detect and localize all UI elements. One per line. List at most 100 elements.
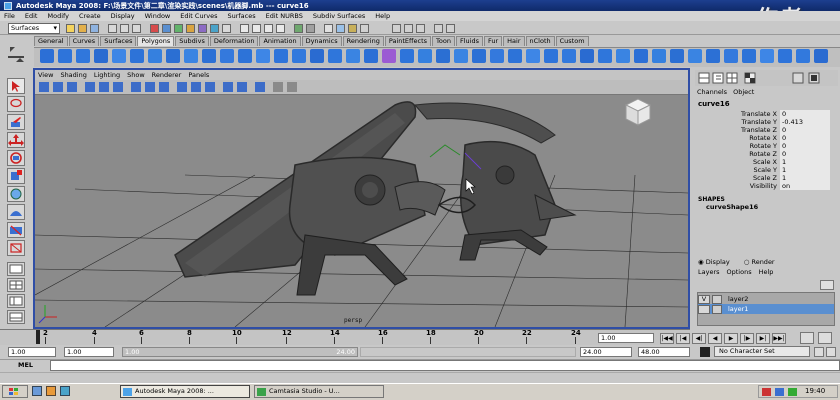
construction-history-icon[interactable] <box>306 24 315 33</box>
character-set-icon[interactable] <box>700 347 710 357</box>
animation-preferences-icon[interactable] <box>826 347 836 357</box>
attr-value-field[interactable]: 1 <box>780 174 830 182</box>
insert-edge-loop-icon[interactable] <box>544 49 558 63</box>
attr-rotate-y[interactable]: Rotate Y0 <box>698 142 836 150</box>
single-perspective-layout-icon[interactable] <box>7 262 25 276</box>
select-misc-icon[interactable] <box>222 24 231 33</box>
select-joint-icon[interactable] <box>162 24 171 33</box>
character-set-menu[interactable]: No Character Set <box>714 346 810 357</box>
quadrangulate-icon[interactable] <box>454 49 468 63</box>
selected-object-name[interactable]: curve16 <box>698 100 730 108</box>
poly-cone-icon[interactable] <box>94 49 108 63</box>
tray-icon[interactable] <box>775 388 784 396</box>
separate-icon[interactable] <box>274 49 288 63</box>
attr-translate-z[interactable]: Translate Z0 <box>698 126 836 134</box>
merge-icon[interactable] <box>598 49 612 63</box>
poly-cube-icon[interactable] <box>58 49 72 63</box>
select-tool-icon[interactable] <box>7 78 25 94</box>
tab-paint-effects[interactable]: PaintEffects <box>384 36 432 46</box>
poly-plane-icon[interactable] <box>112 49 126 63</box>
poly-soccer-ball-icon[interactable] <box>220 49 234 63</box>
step-forward-frame-button[interactable]: |▶ <box>740 333 754 344</box>
script-language-toggle[interactable]: MEL <box>18 361 33 369</box>
menu-file[interactable]: File <box>4 12 15 20</box>
soften-edge-icon[interactable] <box>796 49 810 63</box>
channel-box-toggle-icon[interactable] <box>792 72 804 84</box>
select-component-icon[interactable] <box>132 24 141 33</box>
mirror-geometry-icon[interactable] <box>364 49 378 63</box>
menu-modify[interactable]: Modify <box>47 12 69 20</box>
taskbar-camtasia-window[interactable]: Camtasia Studio - U... <box>254 385 384 398</box>
attr-value-field[interactable]: 1 <box>780 158 830 166</box>
play-backwards-button[interactable]: ◀ <box>708 333 722 344</box>
tab-fluids[interactable]: Fluids <box>455 36 483 46</box>
paint-select-tool-icon[interactable] <box>7 114 25 130</box>
tab-rendering[interactable]: Rendering <box>342 36 384 46</box>
menu-surfaces[interactable]: Surfaces <box>227 12 255 20</box>
scale-tool-icon[interactable] <box>7 168 25 184</box>
attr-value-field[interactable]: 0 <box>780 150 830 158</box>
poly-helix-icon[interactable] <box>202 49 216 63</box>
panel-menu-lighting[interactable]: Lighting <box>94 71 120 79</box>
harden-edge-icon[interactable] <box>814 49 828 63</box>
attribute-editor-toggle-icon[interactable] <box>404 24 413 33</box>
tab-curves[interactable]: Curves <box>68 36 100 46</box>
attr-value-field[interactable]: on <box>780 182 830 190</box>
layer-color-swatch[interactable] <box>712 294 722 304</box>
quick-launch-icon[interactable] <box>32 386 42 396</box>
create-layer-icon[interactable] <box>820 280 834 290</box>
select-object-icon[interactable] <box>120 24 129 33</box>
render-globals-icon[interactable] <box>360 24 369 33</box>
tray-icon[interactable] <box>762 388 771 396</box>
channels-menu[interactable]: Channels <box>697 88 727 96</box>
snap-live-icon[interactable] <box>434 24 443 33</box>
layers-menu[interactable]: Layers <box>698 268 720 276</box>
reverse-normals-icon[interactable] <box>778 49 792 63</box>
select-render-icon[interactable] <box>210 24 219 33</box>
attr-rotate-x[interactable]: Rotate X0 <box>698 134 836 142</box>
split-polygon-icon[interactable] <box>526 49 540 63</box>
fill-hole-icon[interactable] <box>418 49 432 63</box>
attr-visibility[interactable]: Visibility on <box>698 182 836 190</box>
step-forward-key-button[interactable]: ▶| <box>756 333 770 344</box>
tab-surfaces[interactable]: Surfaces <box>100 36 137 46</box>
render-view-icon[interactable] <box>324 24 333 33</box>
persp-graph-layout-icon[interactable] <box>7 310 25 324</box>
attribute-editor-icon[interactable] <box>712 72 724 84</box>
offset-edge-loop-icon[interactable] <box>562 49 576 63</box>
playback-settings-icon[interactable] <box>818 332 832 344</box>
quick-launch-icon[interactable] <box>46 386 56 396</box>
attr-scale-x[interactable]: Scale X1 <box>698 158 836 166</box>
current-frame-field[interactable]: 1.00 <box>598 333 654 343</box>
quick-launch-icon[interactable] <box>60 386 70 396</box>
tool-settings-icon[interactable] <box>726 72 738 84</box>
tab-ncloth[interactable]: nCloth <box>525 36 555 46</box>
time-slider[interactable] <box>0 329 690 345</box>
layer-visibility-toggle[interactable]: V <box>698 294 710 304</box>
four-view-layout-icon[interactable] <box>7 278 25 292</box>
tool-settings-toggle-icon[interactable] <box>416 24 425 33</box>
manipulator-tool-icon[interactable] <box>7 186 25 202</box>
layer-color-swatch[interactable] <box>712 304 722 314</box>
select-deformer-icon[interactable] <box>186 24 195 33</box>
layer-editor-toggle-icon[interactable] <box>808 72 820 84</box>
start-button[interactable] <box>2 385 28 398</box>
menu-set-select[interactable]: Surfaces <box>8 23 60 34</box>
menu-create[interactable]: Create <box>79 12 101 20</box>
input-history-icon[interactable] <box>294 24 303 33</box>
step-back-frame-button[interactable]: ◀| <box>692 333 706 344</box>
range-slider-bar[interactable]: 1.00 24.00 <box>122 347 358 357</box>
menu-edit-curves[interactable]: Edit Curves <box>180 12 217 20</box>
spherical-mapping-icon[interactable] <box>688 49 702 63</box>
combine-icon[interactable] <box>256 49 270 63</box>
rotate-tool-icon[interactable] <box>7 150 25 166</box>
lasso-tool-icon[interactable] <box>7 96 25 112</box>
panel-menu-panels[interactable]: Panels <box>188 71 209 79</box>
boolean-intersection-icon[interactable] <box>346 49 360 63</box>
panel-menu-shading[interactable]: Shading <box>60 71 86 79</box>
poly-torus-icon[interactable] <box>130 49 144 63</box>
persp-outliner-layout-icon[interactable] <box>7 294 25 308</box>
poly-sphere-icon[interactable] <box>40 49 54 63</box>
tab-toon[interactable]: Toon <box>432 36 455 46</box>
poly-cylinder-icon[interactable] <box>76 49 90 63</box>
